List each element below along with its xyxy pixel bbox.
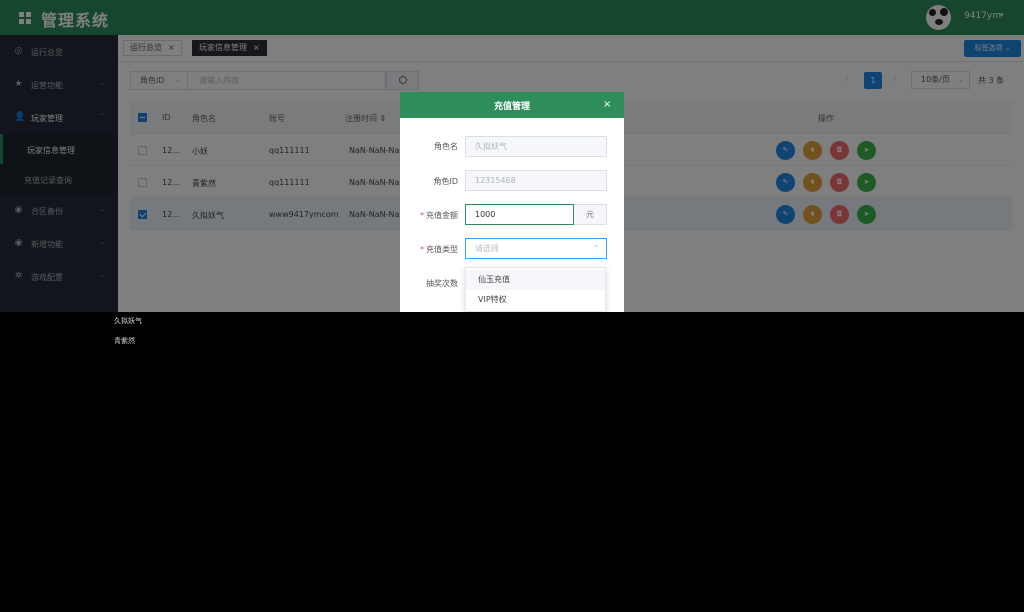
required-mark: * xyxy=(420,245,424,254)
dialog-header: 充值管理 × xyxy=(400,92,624,118)
dropdown-option-vip[interactable]: VIP特权 xyxy=(466,290,605,310)
required-mark: * xyxy=(420,211,424,220)
role-name-label: 角色名 xyxy=(434,142,458,151)
lottery-label: 抽奖次数 xyxy=(426,279,458,288)
type-label-text: 充值类型 xyxy=(426,245,458,254)
type-placeholder: 请选择 xyxy=(475,244,499,253)
render-artifact-text: 青紫然 xyxy=(114,337,135,345)
role-id-label: 角色ID xyxy=(433,177,458,186)
amount-unit: 元 xyxy=(574,204,607,225)
role-id-field: 12315468 xyxy=(465,170,607,191)
amount-field[interactable]: 1000 xyxy=(465,204,574,225)
role-name-field: 久拟妖气 xyxy=(465,136,607,157)
dropdown-option-xianyu[interactable]: 仙玉充值 xyxy=(466,270,605,290)
recharge-type-dropdown: 仙玉充值 VIP特权 xyxy=(465,267,606,312)
amount-label: * 充值金额 xyxy=(400,210,458,221)
chevron-up-icon: ⌃ xyxy=(593,244,599,252)
render-artifact-text: 久拟妖气 xyxy=(114,317,142,325)
dialog-title: 充值管理 xyxy=(493,102,530,112)
type-label: * 充值类型 xyxy=(400,244,458,255)
app-window: 管理系统 9417ym ▾ ◎ 运行总览 ★ 运营功能 ⌄ 👤 玩家管理 ⌃ 玩… xyxy=(0,0,1024,312)
recharge-type-select[interactable]: 请选择 ⌃ xyxy=(465,238,607,259)
close-icon[interactable]: × xyxy=(603,99,611,110)
amount-label-text: 充值金额 xyxy=(426,211,458,220)
